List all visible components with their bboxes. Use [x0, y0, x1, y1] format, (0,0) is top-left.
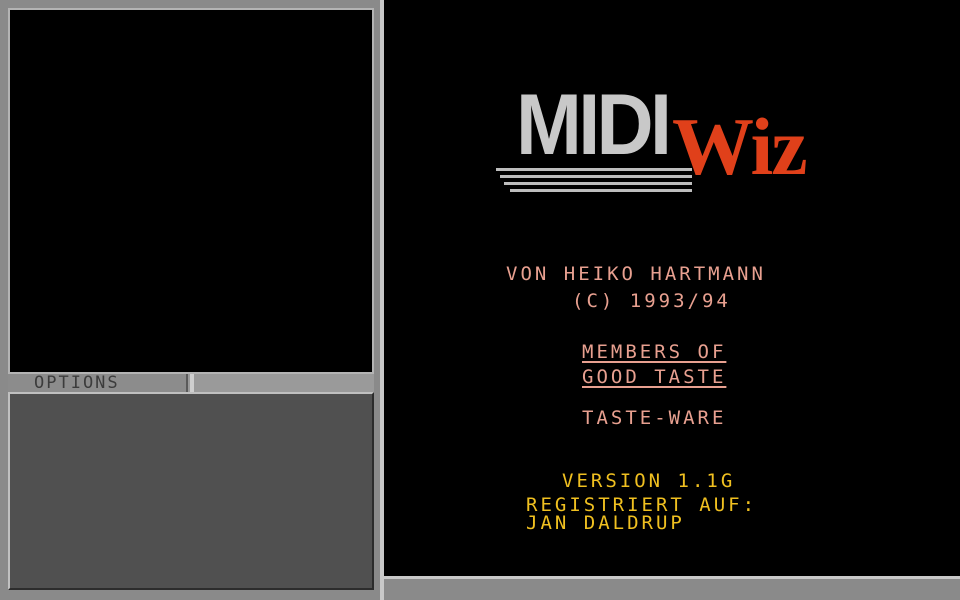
- left-frame: OPTIONS: [0, 0, 384, 600]
- logo-line: [500, 175, 692, 178]
- options-header: OPTIONS: [8, 374, 374, 392]
- copyright-line: (C) 1993/94: [572, 290, 731, 312]
- app-logo: MIDI Wiz: [496, 82, 836, 198]
- bottom-bar: [384, 576, 960, 600]
- logo-line: [510, 189, 692, 192]
- taste-ware-label: TASTE-WARE: [582, 407, 727, 429]
- logo-line: [504, 182, 692, 185]
- options-tab-label: OPTIONS: [34, 373, 120, 393]
- options-divider: [190, 374, 194, 392]
- logo-midi-text: MIDI: [516, 77, 672, 173]
- options-tab[interactable]: OPTIONS: [8, 374, 188, 392]
- author-credit: VON HEIKO HARTMANN: [506, 263, 766, 285]
- group-line-1: MEMBERS OF: [582, 341, 727, 363]
- logo-speed-lines: [496, 168, 696, 198]
- preview-pane: [8, 8, 374, 374]
- logo-line: [496, 168, 692, 171]
- group-line-2: GOOD TASTE: [582, 366, 727, 388]
- title-pane: MIDI Wiz VON HEIKO HARTMANN (C) 1993/94 …: [384, 0, 960, 576]
- registered-name: JAN DALDRUP: [526, 512, 685, 534]
- options-panel[interactable]: [8, 392, 374, 590]
- logo-wiz-text: Wiz: [672, 101, 808, 192]
- app-screen: OPTIONS MIDI Wiz VON HEIKO HARTMANN (C) …: [0, 0, 960, 600]
- version-label: VERSION 1.1G: [562, 470, 736, 492]
